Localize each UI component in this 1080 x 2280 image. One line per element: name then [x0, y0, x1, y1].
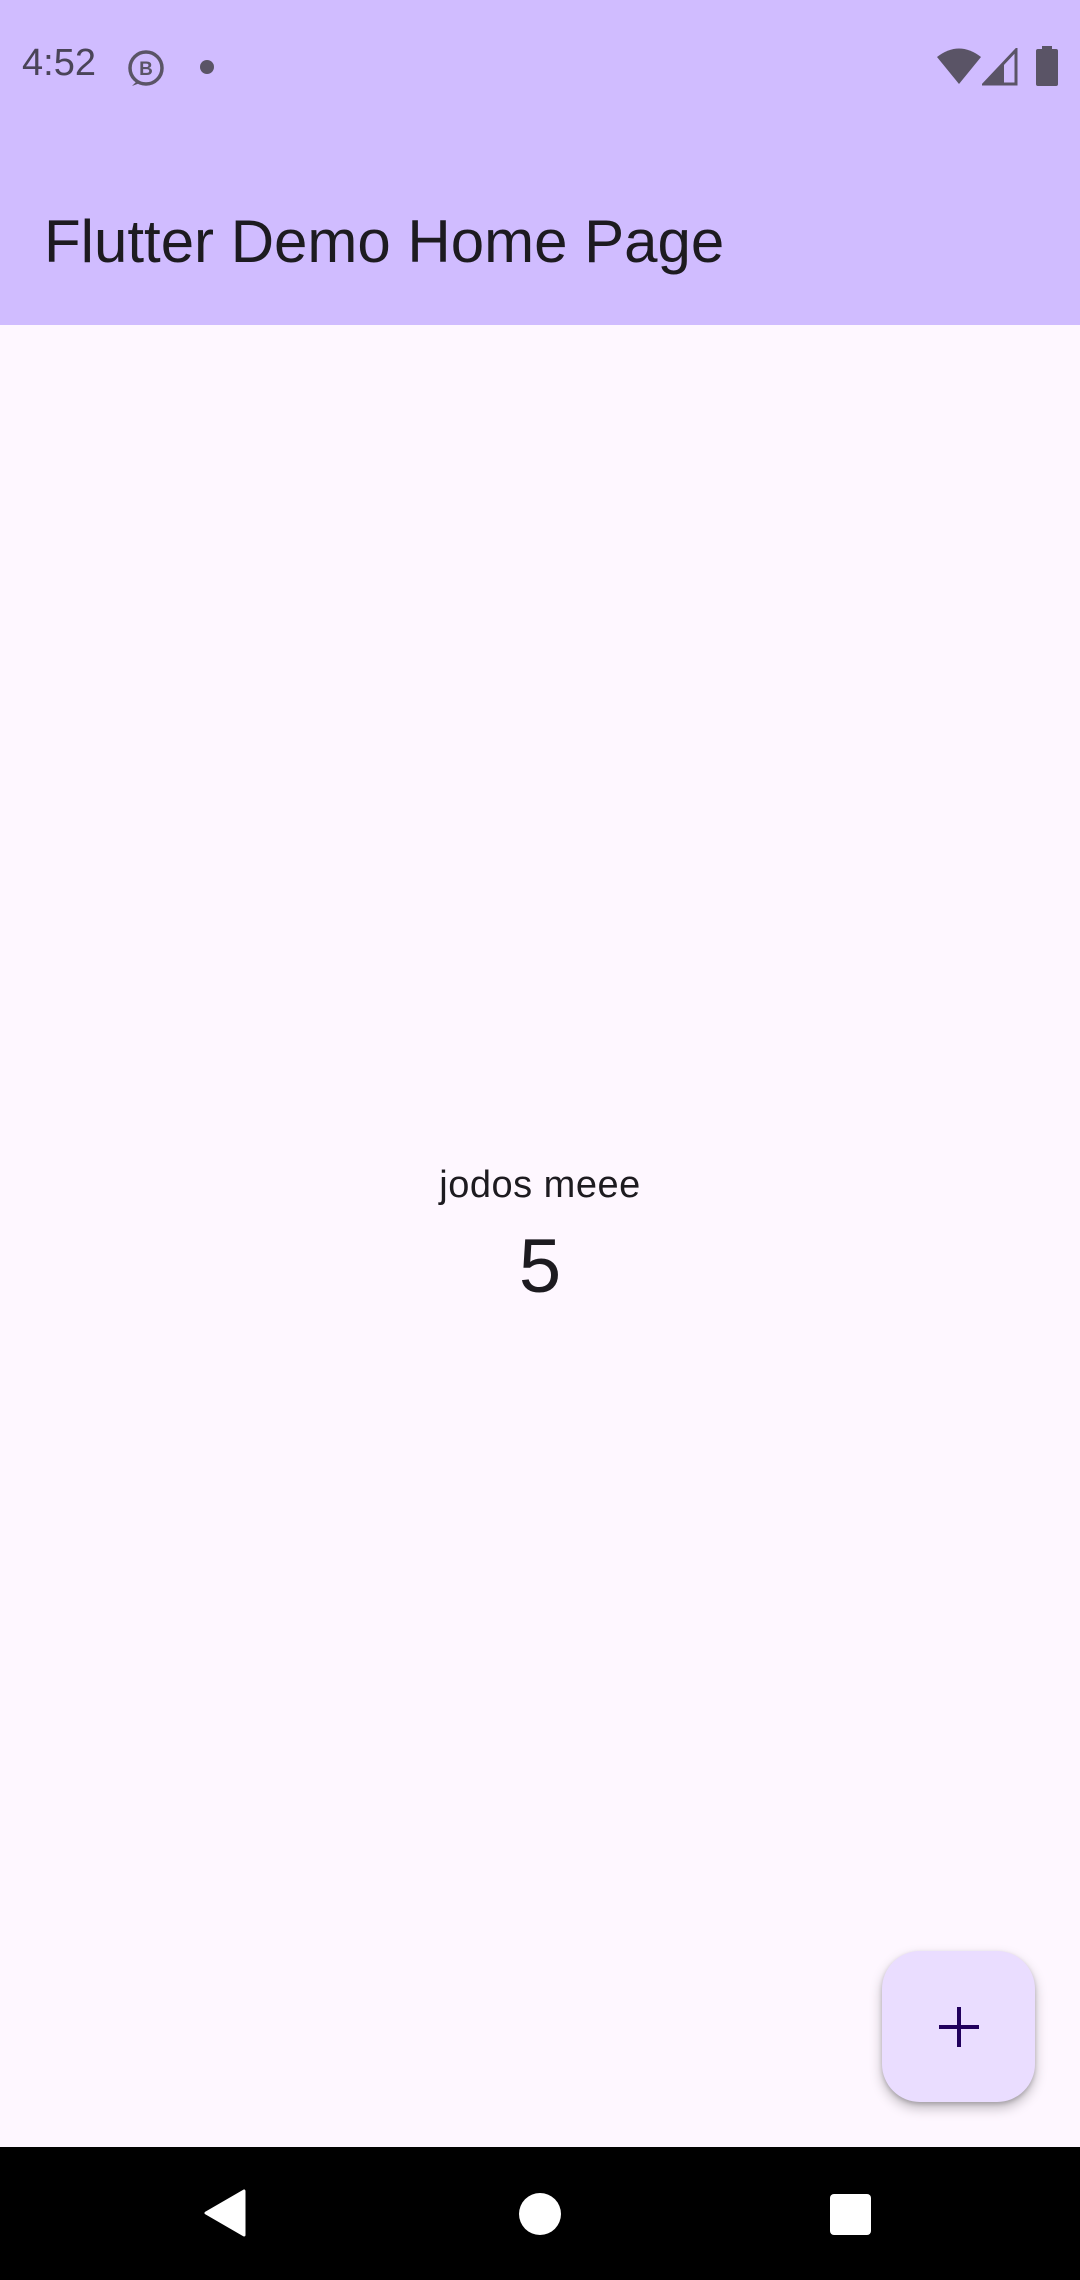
page-title: Flutter Demo Home Page [44, 208, 725, 275]
add-icon [938, 2006, 979, 2047]
cell-signal-icon [982, 48, 1018, 86]
svg-text:B: B [139, 59, 153, 80]
b-badge-icon: B [128, 50, 164, 86]
status-time: 4:52 [22, 42, 96, 84]
app-bar: Flutter Demo Home Page [0, 132, 1080, 325]
main-content: jodos meee 5 [0, 325, 1080, 2147]
back-icon[interactable] [204, 2189, 246, 2237]
counter-value: 5 [518, 1224, 562, 1309]
battery-icon [1036, 46, 1058, 86]
increment-fab-button[interactable] [882, 1951, 1035, 2102]
recents-icon[interactable] [830, 2194, 871, 2235]
caption-text: jodos meee [439, 1164, 641, 1206]
navigation-bar [0, 2147, 1080, 2280]
notification-dot-icon [200, 60, 214, 74]
screen: 4:52 B Flutter Demo Home Page jodos meee… [0, 0, 1080, 2280]
wifi-icon [937, 48, 981, 84]
status-bar: 4:52 B [0, 0, 1080, 132]
home-icon[interactable] [519, 2193, 561, 2235]
